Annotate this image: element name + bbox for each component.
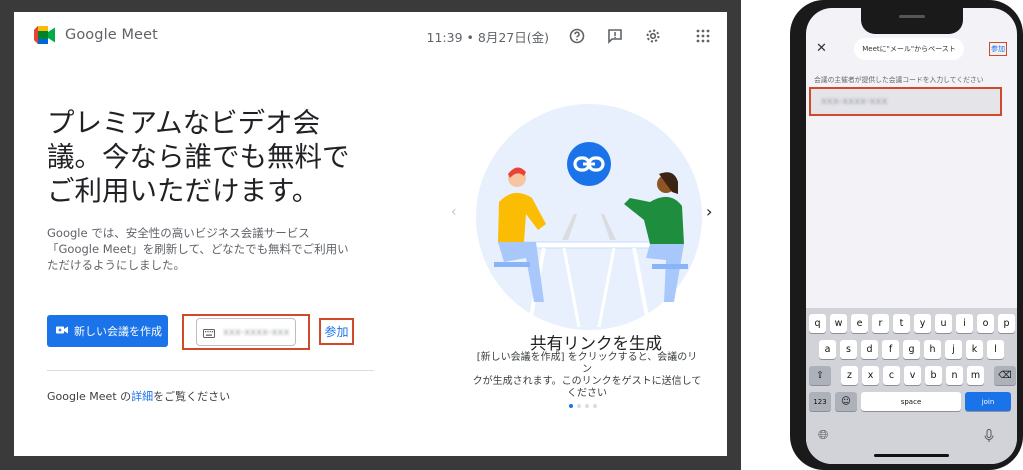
meeting-code-input[interactable]: xxx-xxxx-xxx <box>196 318 296 346</box>
key[interactable]: x <box>862 366 879 385</box>
new-meeting-button[interactable]: 新しい会議を作成 <box>47 315 168 347</box>
keyboard-icon <box>203 323 215 342</box>
header-toolbar: 11:39 • 8月27日(金) <box>427 26 713 46</box>
desktop-meet-page: Google Meet 11:39 • 8月27日(金) プレミアムなビデオ会 … <box>14 12 727 456</box>
key[interactable]: k <box>966 340 983 359</box>
share-link-illustration <box>474 102 704 332</box>
key[interactable]: p <box>998 314 1015 333</box>
meeting-code-input-highlight: xxx-xxxx-xxx <box>182 314 310 350</box>
phone-code-value: xxx-xxxx-xxx <box>821 96 888 107</box>
join-button[interactable]: 参加 <box>319 318 354 345</box>
carousel-desc-line: クが生成されます。このリンクをゲストに送信して <box>472 376 702 387</box>
key[interactable]: e <box>851 314 868 333</box>
screenshot-root: Google Meet 11:39 • 8月27日(金) プレミアムなビデオ会 … <box>0 0 1023 470</box>
desc-line: ただけるようにしました。 <box>47 258 185 272</box>
key[interactable]: j <box>945 340 962 359</box>
key[interactable]: m <box>967 366 984 385</box>
home-indicator <box>874 454 949 457</box>
key[interactable]: a <box>819 340 836 359</box>
carousel-dot[interactable] <box>593 404 597 408</box>
keyboard-row-2: a s d f g h j k l <box>819 340 1004 359</box>
close-icon[interactable]: ✕ <box>816 41 827 56</box>
key[interactable]: c <box>883 366 900 385</box>
learn-more-link[interactable]: 詳細 <box>131 390 153 403</box>
hero-description: Google では、安全性の高いビジネス会議サービス 「Google Meet」… <box>47 225 387 273</box>
carousel-desc-line: ください <box>567 388 607 399</box>
key[interactable]: q <box>809 314 826 333</box>
footer-prefix: Google Meet の <box>47 390 132 403</box>
carousel-dot[interactable] <box>585 404 589 408</box>
meeting-code-hint: 会議の主催者が提供した会議コードを入力してください <box>814 76 984 84</box>
help-icon[interactable] <box>567 26 587 46</box>
onscreen-keyboard: q w e r t y u i o p a s d f g h j k l ⇧ … <box>806 308 1017 464</box>
carousel-title: 共有リンクを生成 <box>530 334 662 353</box>
key[interactable]: d <box>861 340 878 359</box>
hero-heading: プレミアムなビデオ会 議。今なら誰でも無料で ご利用いただけます。 <box>47 106 377 208</box>
phone-notch <box>861 8 963 34</box>
phone-join-button[interactable]: 参加 <box>989 42 1007 56</box>
backspace-icon[interactable]: ⌫ <box>994 366 1016 385</box>
key[interactable]: y <box>914 314 931 333</box>
apps-grid-icon[interactable] <box>693 26 713 46</box>
key[interactable]: z <box>841 366 858 385</box>
meeting-code-value: xxx-xxxx-xxx <box>223 326 290 338</box>
key[interactable]: b <box>925 366 942 385</box>
desktop-frame: Google Meet 11:39 • 8月27日(金) プレミアムなビデオ会 … <box>0 0 741 470</box>
keyboard-row-1: q w e r t y u i o p <box>809 314 1015 333</box>
meet-logo-text: Google Meet <box>65 27 158 43</box>
footer-suffix: をご覧ください <box>153 390 231 403</box>
desc-line: Google では、安全性の高いビジネス会議サービス <box>47 226 310 240</box>
settings-gear-icon[interactable] <box>643 26 663 46</box>
carousel-dot[interactable] <box>569 404 573 408</box>
hero-line: プレミアムなビデオ会 <box>47 107 321 139</box>
numbers-key[interactable]: 123 <box>809 392 831 411</box>
footer-learn-more: Google Meet の詳細をご覧ください <box>47 388 230 404</box>
keyboard-join-key[interactable]: join <box>965 392 1011 411</box>
key[interactable]: i <box>956 314 973 333</box>
globe-icon[interactable]: 🌐︎ <box>818 428 828 443</box>
meet-logo-icon <box>34 26 56 44</box>
divider <box>47 370 374 371</box>
paste-from-mail-button[interactable]: Meetに"メール"からペースト <box>854 38 964 60</box>
key[interactable]: n <box>946 366 963 385</box>
keyboard-row-3: ⇧ z x c v b n m ⌫ <box>809 366 1016 385</box>
key[interactable]: o <box>977 314 994 333</box>
key[interactable]: h <box>924 340 941 359</box>
carousel-pagination <box>569 404 597 408</box>
carousel-dot[interactable] <box>577 404 581 408</box>
emoji-icon[interactable]: ☺ <box>835 392 857 411</box>
phone-speaker <box>899 15 925 18</box>
key[interactable]: w <box>830 314 847 333</box>
key[interactable]: r <box>872 314 889 333</box>
key[interactable]: t <box>893 314 910 333</box>
chevron-left-icon[interactable]: ‹ <box>451 204 457 220</box>
carousel-desc-line: [新しい会議を作成] をクリックすると、会議のリン <box>476 352 698 375</box>
key[interactable]: v <box>904 366 921 385</box>
phone-screen: ✕ Meetに"メール"からペースト 参加 会議の主催者が提供した会議コードを入… <box>806 8 1017 464</box>
carousel-description: [新しい会議を作成] をクリックすると、会議のリン クが生成されます。このリンク… <box>472 352 702 400</box>
hero-line: 議。今なら誰でも無料で <box>47 141 350 173</box>
header-datetime: 11:39 • 8月27日(金) <box>426 29 549 45</box>
meet-logo[interactable]: Google Meet <box>34 26 158 44</box>
new-meeting-label: 新しい会議を作成 <box>74 325 162 338</box>
key[interactable]: s <box>840 340 857 359</box>
space-key[interactable]: space <box>861 392 961 411</box>
key[interactable]: f <box>882 340 899 359</box>
key[interactable]: l <box>987 340 1004 359</box>
microphone-icon[interactable] <box>984 428 994 447</box>
feedback-icon[interactable] <box>605 26 625 46</box>
key[interactable]: g <box>903 340 920 359</box>
phone-meeting-code-input[interactable]: xxx-xxxx-xxx <box>809 87 1002 116</box>
desc-line: 「Google Meet」を刷新して、どなたでも無料でご利用い <box>47 242 349 256</box>
keyboard-row-4: 123 ☺ space join <box>809 392 1011 411</box>
shift-icon[interactable]: ⇧ <box>809 366 831 385</box>
key[interactable]: u <box>935 314 952 333</box>
video-camera-icon <box>56 325 68 338</box>
hero-line: ご利用いただけます。 <box>47 175 320 207</box>
chevron-right-icon[interactable]: › <box>706 202 712 221</box>
